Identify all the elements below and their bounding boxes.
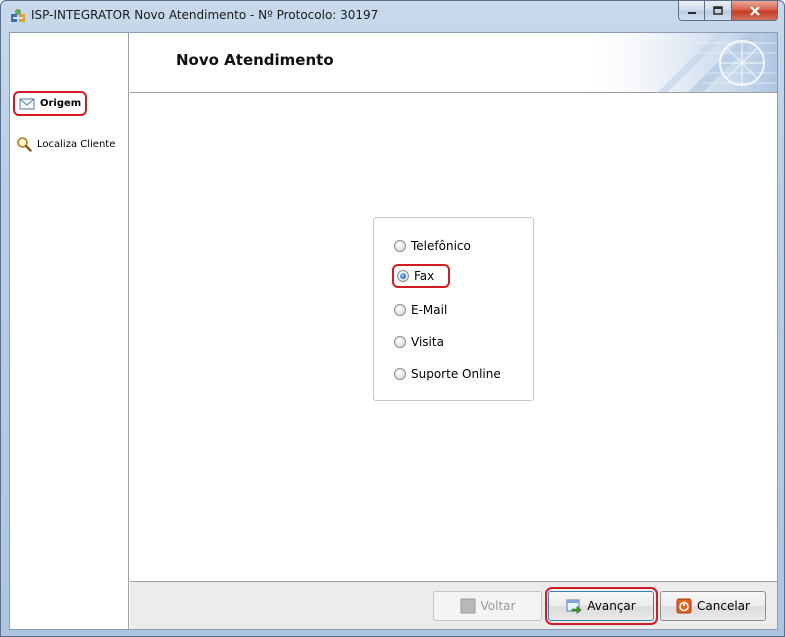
radio-button[interactable] bbox=[394, 304, 406, 316]
maximize-button[interactable] bbox=[705, 1, 732, 21]
radio-label: Visita bbox=[411, 335, 444, 349]
forward-arrow-icon bbox=[566, 599, 582, 614]
minimize-icon bbox=[687, 11, 696, 14]
close-icon bbox=[749, 5, 760, 16]
sidebar-item-label: Localiza Cliente bbox=[37, 138, 116, 150]
wizard-steps-sidebar: Origem Localiza Cliente bbox=[10, 33, 129, 629]
close-button[interactable] bbox=[732, 1, 778, 21]
application-window: ISP-INTEGRATOR Novo Atendimento - Nº Pro… bbox=[0, 0, 785, 637]
radio-label: Fax bbox=[414, 269, 435, 283]
title-bar[interactable]: ISP-INTEGRATOR Novo Atendimento - Nº Pro… bbox=[1, 1, 784, 31]
sidebar-item-label: Origem bbox=[40, 98, 82, 109]
wizard-client-area: Origem Localiza Cliente Novo Atendimento bbox=[9, 32, 778, 630]
next-button-label: Avançar bbox=[587, 599, 636, 613]
envelope-icon bbox=[19, 98, 35, 109]
back-button[interactable]: Voltar bbox=[433, 591, 542, 621]
radio-label: E-Mail bbox=[411, 303, 448, 317]
minimize-button[interactable] bbox=[678, 1, 705, 21]
radio-fax[interactable]: Fax bbox=[392, 264, 451, 288]
maximize-icon bbox=[713, 5, 723, 15]
radio-email[interactable]: E-Mail bbox=[394, 298, 447, 322]
window-title: ISP-INTEGRATOR Novo Atendimento - Nº Pro… bbox=[31, 8, 379, 22]
radio-button[interactable] bbox=[394, 240, 406, 252]
radio-button[interactable] bbox=[394, 336, 406, 348]
radio-button-checked[interactable] bbox=[397, 270, 409, 282]
window-controls bbox=[678, 1, 778, 21]
power-icon bbox=[676, 598, 692, 614]
sidebar-item-origem[interactable]: Origem bbox=[13, 91, 88, 116]
radio-button[interactable] bbox=[394, 368, 406, 380]
app-icon bbox=[11, 9, 25, 22]
radio-telefonico[interactable]: Telefônico bbox=[394, 234, 471, 258]
cancel-button[interactable]: Cancelar bbox=[660, 591, 766, 621]
wizard-content: Telefônico Fax E-Mail Visita Suporte Onl… bbox=[130, 94, 777, 581]
sidebar-item-localiza-cliente[interactable]: Localiza Cliente bbox=[16, 135, 115, 153]
radio-suporte-online[interactable]: Suporte Online bbox=[394, 362, 501, 386]
next-button[interactable]: Avançar bbox=[548, 591, 654, 621]
radio-label: Suporte Online bbox=[411, 367, 501, 381]
magnifier-icon bbox=[17, 137, 32, 152]
radio-visita[interactable]: Visita bbox=[394, 330, 444, 354]
header-decoration bbox=[577, 33, 777, 92]
radio-label: Telefônico bbox=[411, 239, 471, 253]
wizard-header: Novo Atendimento bbox=[130, 33, 777, 93]
back-button-label: Voltar bbox=[480, 599, 516, 613]
wizard-button-bar: Voltar Avançar Cancelar bbox=[130, 581, 777, 629]
page-title: Novo Atendimento bbox=[176, 51, 334, 69]
back-arrow-icon bbox=[460, 598, 476, 614]
cancel-button-label: Cancelar bbox=[697, 599, 750, 613]
origin-radio-group: Telefônico Fax E-Mail Visita Suporte Onl… bbox=[373, 217, 534, 401]
